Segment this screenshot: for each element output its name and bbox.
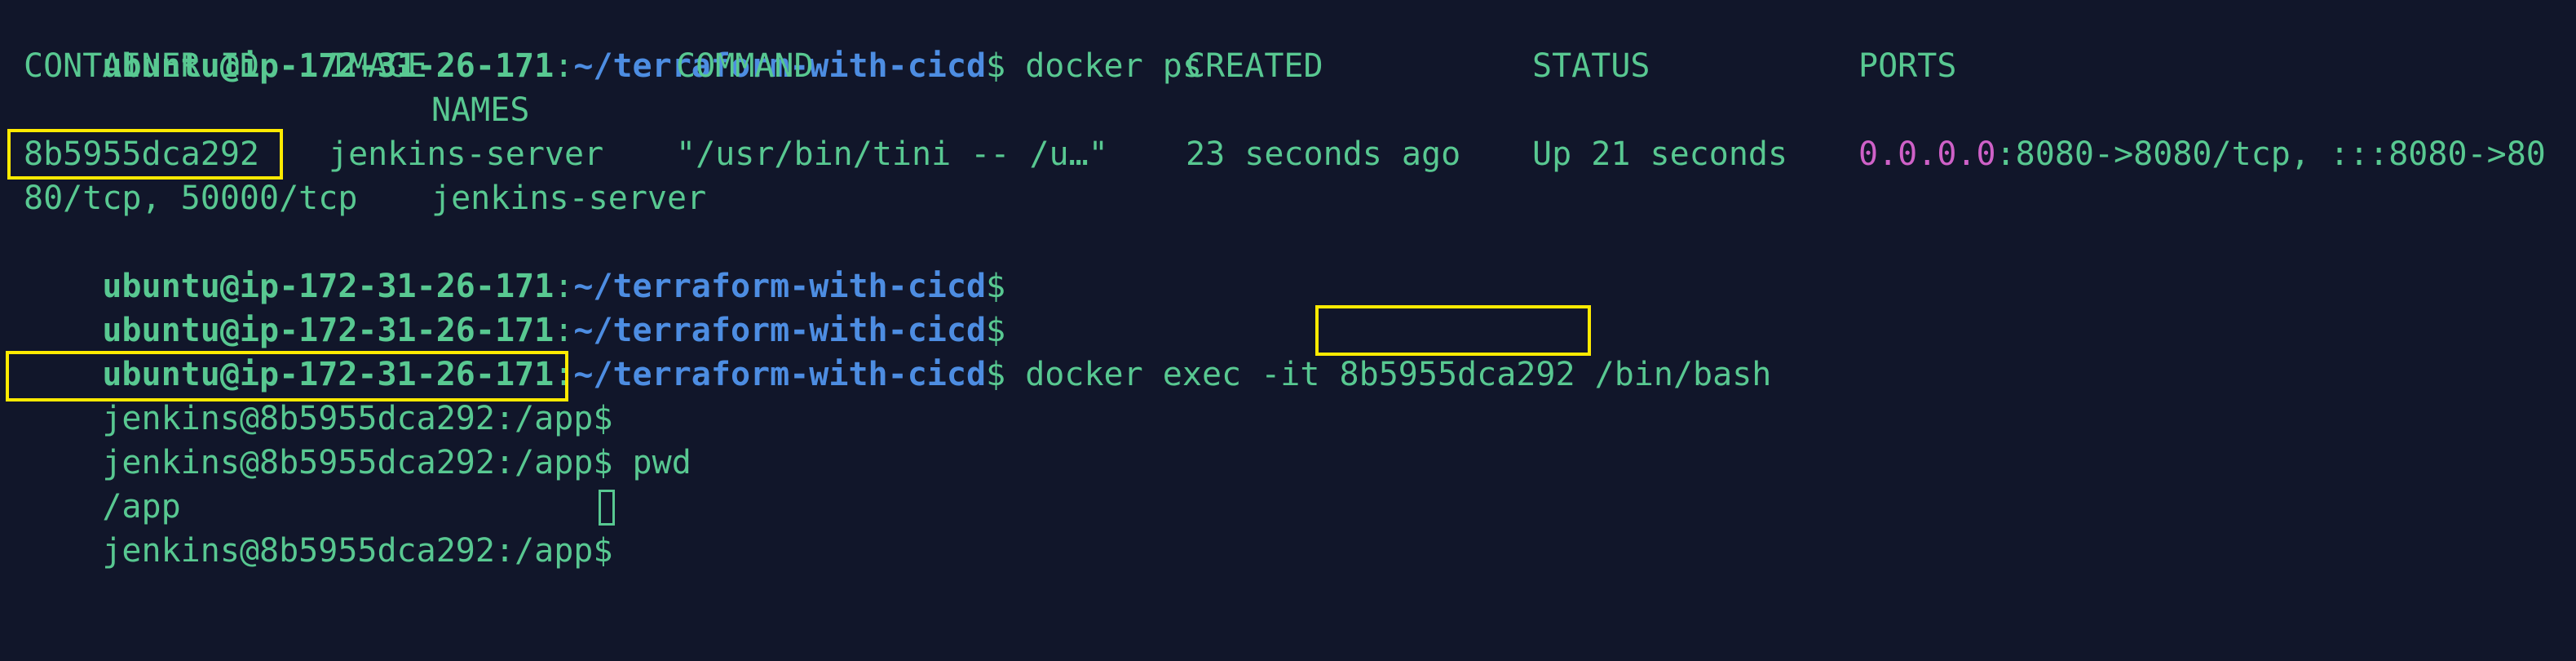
header-created: CREATED bbox=[1186, 47, 1323, 85]
created-cell: 23 seconds ago bbox=[1186, 135, 1461, 173]
terminal-window[interactable]: ubuntu@ip-172-31-26-171:~/terraform-with… bbox=[0, 0, 2576, 570]
pwd-output-line: /app bbox=[24, 441, 180, 526]
jenkins-prompt-line-current: jenkins@8b5955dca292:/app$ bbox=[24, 485, 643, 570]
docker-ps-row: 8b5955dca292 jenkins-server "/usr/bin/ti… bbox=[24, 132, 2576, 176]
docker-ps-header-names-line: NAMES bbox=[24, 88, 839, 132]
image-cell: jenkins-server bbox=[329, 135, 604, 173]
docker-ps-row-wrap: 80/tcp, 50000/tcp jenkins-server bbox=[24, 176, 839, 220]
status-cell: Up 21 seconds bbox=[1532, 135, 1788, 173]
prompt-dollar: $ bbox=[986, 356, 1006, 393]
header-ports: PORTS bbox=[1858, 47, 1957, 85]
ports-mapping: :8080->8080/tcp, :::8080->80 bbox=[1995, 135, 2546, 173]
ports-cell-wrap: 80/tcp, 50000/tcp bbox=[24, 180, 358, 217]
terminal-cursor bbox=[599, 490, 615, 526]
prompt-line-empty-1: ubuntu@ip-172-31-26-171:~/terraform-with… bbox=[24, 220, 1005, 305]
container-id-cell[interactable]: 8b5955dca292 bbox=[24, 132, 259, 176]
header-command: COMMAND bbox=[676, 47, 814, 85]
command-pwd: pwd bbox=[612, 444, 691, 481]
prompt-line-docker-exec: ubuntu@ip-172-31-26-171:~/terraform-with… bbox=[24, 308, 1771, 393]
ports-cell: 0.0.0.0:8080->8080/tcp, :::8080->80 bbox=[1858, 132, 2546, 176]
command-cell: "/usr/bin/tini -- /u…" bbox=[676, 135, 1108, 173]
header-image: IMAGE bbox=[329, 47, 427, 85]
docker-ps-header: CONTAINER ID IMAGE COMMAND CREATED STATU… bbox=[24, 44, 2576, 88]
command-docker-exec-prefix: docker exec -it bbox=[1005, 356, 1340, 393]
header-status: STATUS bbox=[1532, 47, 1650, 85]
prompt-line-docker-ps: ubuntu@ip-172-31-26-171:~/terraform-with… bbox=[24, 0, 1202, 85]
command-docker-exec-suffix: /bin/bash bbox=[1575, 356, 1772, 393]
jenkins-prompt-line-1: jenkins@8b5955dca292:/app$ bbox=[24, 353, 612, 437]
command-docker-exec-container-id[interactable]: 8b5955dca292 bbox=[1340, 356, 1575, 393]
prompt-path: ~/terraform-with-cicd bbox=[573, 356, 987, 393]
jenkins-prompt-line-pwd: jenkins@8b5955dca292:/app$ pwd bbox=[24, 397, 691, 481]
jenkins-prompt: jenkins@8b5955dca292:/app$ bbox=[102, 532, 613, 570]
header-names: NAMES bbox=[431, 91, 530, 129]
prompt-line-empty-2: ubuntu@ip-172-31-26-171:~/terraform-with… bbox=[24, 264, 1005, 349]
ports-address: 0.0.0.0 bbox=[1858, 135, 1996, 173]
names-cell: jenkins-server bbox=[431, 180, 707, 217]
header-container-id: CONTAINER ID bbox=[24, 47, 259, 85]
